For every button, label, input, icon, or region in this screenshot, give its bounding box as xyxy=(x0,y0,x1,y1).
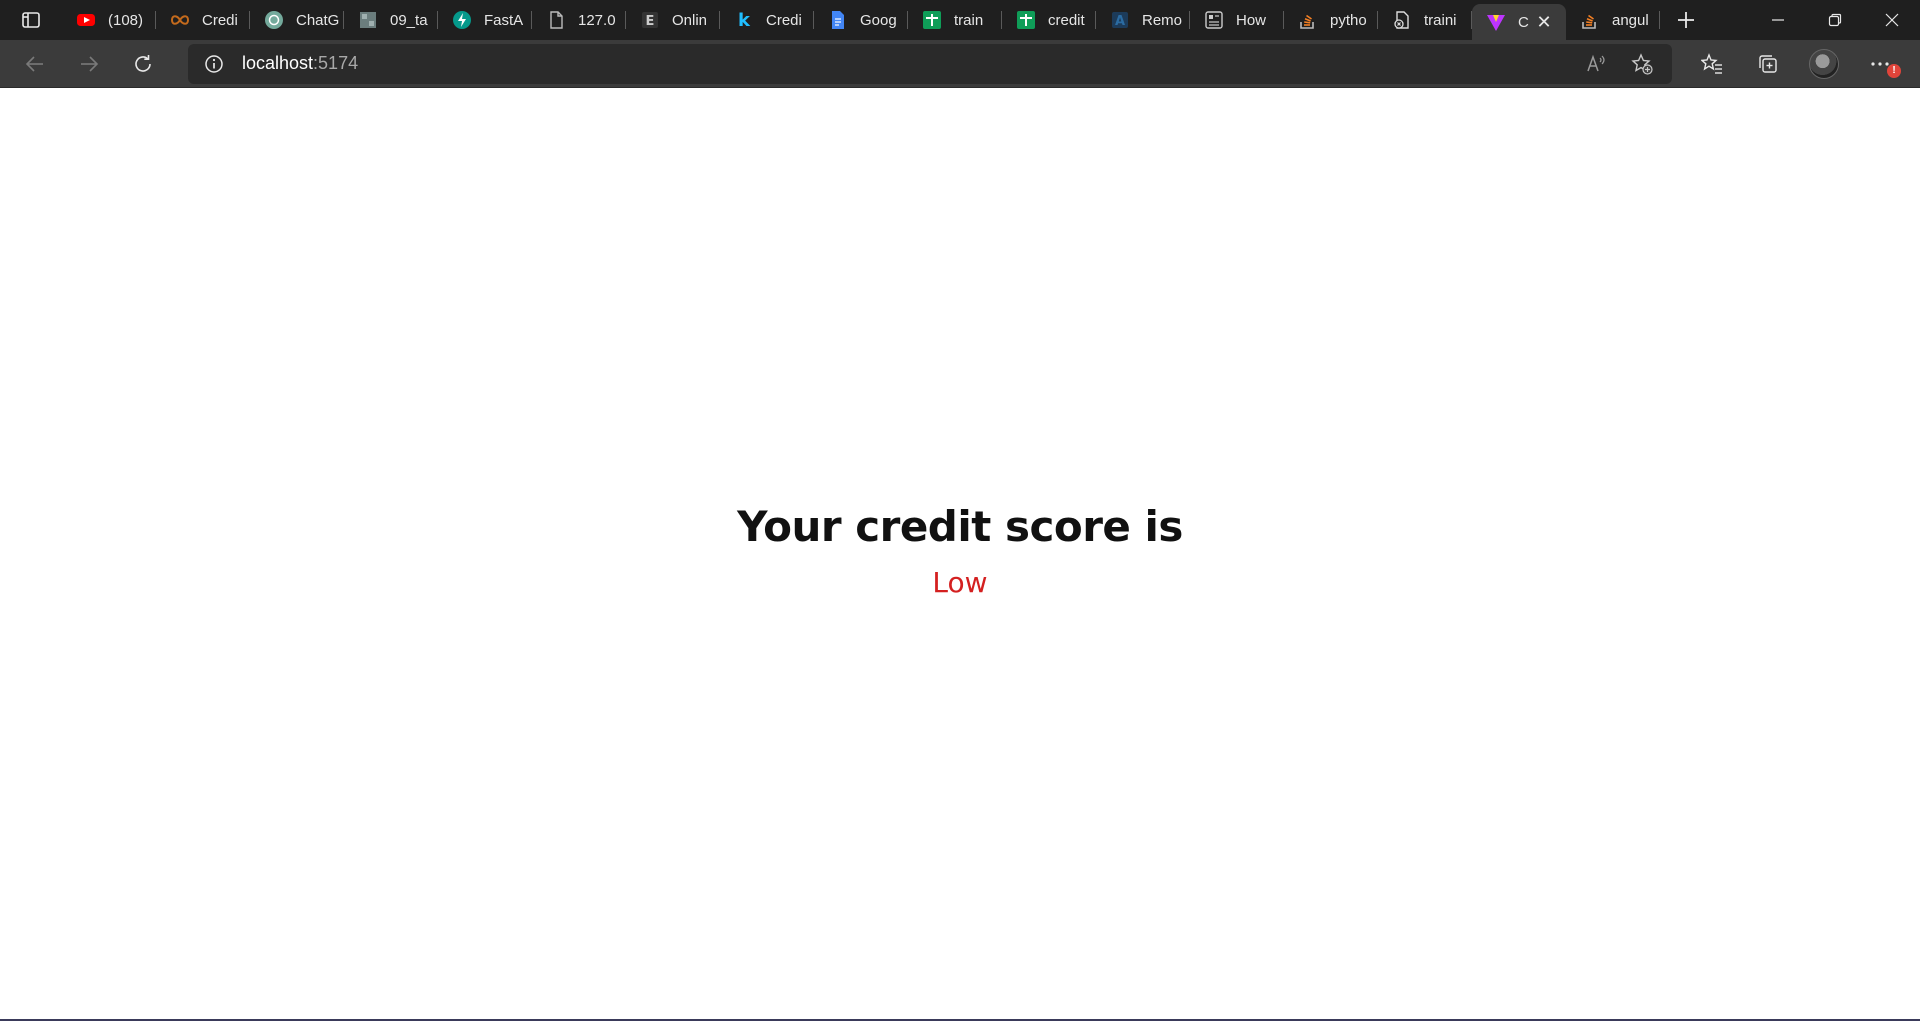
tab-title: Remo xyxy=(1142,11,1183,29)
tab-title: credit xyxy=(1048,11,1085,29)
collections-icon xyxy=(1759,54,1777,73)
refresh-button[interactable] xyxy=(116,40,170,88)
tab-actions-button[interactable] xyxy=(0,0,62,40)
credit-result: Your credit score is Low xyxy=(0,499,1920,601)
notification-badge: ! xyxy=(1887,63,1901,78)
tab-list: (108) Credi ChatG 09_ta FastA 127.0 E Onlin k Cre… xyxy=(62,0,1660,40)
tab[interactable]: traini xyxy=(1378,0,1472,40)
tab[interactable]: ChatG xyxy=(250,0,344,40)
e-letter-icon: E xyxy=(640,10,660,30)
new-tab-button[interactable] xyxy=(1660,0,1712,40)
a-letter-icon: A xyxy=(1110,10,1130,30)
favorites-button[interactable] xyxy=(1684,40,1740,88)
tab-title: FastA xyxy=(484,11,524,29)
docs-icon xyxy=(828,10,848,30)
file-error-icon xyxy=(1392,10,1412,30)
restore-button[interactable] xyxy=(1806,0,1863,40)
site-info-icon[interactable] xyxy=(202,52,226,76)
tab-actions-icon xyxy=(22,12,40,28)
settings-menu-button[interactable]: ! xyxy=(1852,40,1908,88)
svg-text:k: k xyxy=(738,10,751,30)
tab-title: (108) xyxy=(108,11,144,29)
tab[interactable]: 09_ta xyxy=(344,0,438,40)
minimize-icon xyxy=(1771,19,1784,21)
result-heading: Your credit score is xyxy=(737,502,1183,551)
add-favorite-button[interactable] xyxy=(1624,48,1660,80)
chatgpt-icon xyxy=(264,10,284,30)
vite-icon xyxy=(1486,12,1506,32)
browser-toolbar: localhost:5174 ! xyxy=(0,40,1920,88)
tab-title: ChatG xyxy=(296,11,340,29)
restore-icon xyxy=(1828,13,1841,27)
window-controls xyxy=(1749,0,1920,40)
url-port: :5174 xyxy=(313,53,359,73)
browser-window: (108) Credi ChatG 09_ta FastA 127.0 E Onlin k Cre… xyxy=(0,0,1920,1021)
tab[interactable]: (108) xyxy=(62,0,156,40)
stackoverflow-icon xyxy=(1298,10,1318,30)
tab[interactable]: A Remo xyxy=(1096,0,1190,40)
arrow-left-icon xyxy=(25,55,43,72)
tab-title: train xyxy=(954,11,984,29)
page-icon xyxy=(546,10,566,30)
tab[interactable]: 127.0 xyxy=(532,0,626,40)
tab[interactable]: E Onlin xyxy=(626,0,720,40)
minimize-button[interactable] xyxy=(1749,0,1806,40)
url-text: localhost:5174 xyxy=(242,53,358,74)
stackoverflow-icon xyxy=(1580,10,1600,30)
svg-text:A: A xyxy=(1115,14,1125,29)
tab-title: angul xyxy=(1612,11,1649,29)
tab-title: traini xyxy=(1424,11,1457,29)
plus-icon xyxy=(1678,12,1694,28)
close-window-button[interactable] xyxy=(1863,0,1920,40)
tab-title: pytho xyxy=(1330,11,1367,29)
tab-strip: (108) Credi ChatG 09_ta FastA 127.0 E Onlin k Cre… xyxy=(0,0,1920,40)
infinity-icon xyxy=(170,10,190,30)
tab[interactable]: C ✕ xyxy=(1472,4,1566,40)
image-icon xyxy=(358,10,378,30)
read-aloud-icon xyxy=(1587,54,1605,71)
tab[interactable]: FastA xyxy=(438,0,532,40)
sheets-icon xyxy=(1016,10,1036,30)
kaggle-icon: k xyxy=(734,10,754,30)
arrow-right-icon xyxy=(81,55,99,72)
tab[interactable]: How xyxy=(1190,0,1284,40)
tab[interactable]: angul xyxy=(1566,0,1660,40)
address-bar[interactable]: localhost:5174 xyxy=(188,43,1672,84)
collections-button[interactable] xyxy=(1740,40,1796,88)
tab[interactable]: Credi xyxy=(156,0,250,40)
tab-title: Goog xyxy=(860,11,897,29)
youtube-icon xyxy=(76,10,96,30)
tab[interactable]: pytho xyxy=(1284,0,1378,40)
tab[interactable]: train xyxy=(908,0,1002,40)
tab-title: How xyxy=(1236,11,1267,29)
star-add-icon xyxy=(1631,52,1653,75)
tab-title: Credi xyxy=(202,11,238,29)
svg-text:E: E xyxy=(646,14,655,29)
credit-score-value: Low xyxy=(932,566,988,599)
refresh-icon xyxy=(135,54,151,72)
page-viewport: Your credit score is Low xyxy=(0,89,1920,1019)
close-tab-icon[interactable]: ✕ xyxy=(1534,12,1554,33)
url-host: localhost xyxy=(242,53,314,73)
tab[interactable]: k Credi xyxy=(720,0,814,40)
back-button[interactable] xyxy=(8,40,62,88)
tab-title: C xyxy=(1518,13,1529,31)
fastapi-icon xyxy=(452,10,472,30)
sheets-icon xyxy=(922,10,942,30)
read-aloud-button[interactable] xyxy=(1578,48,1614,80)
tab-title: 09_ta xyxy=(390,11,428,29)
close-icon xyxy=(1885,13,1898,27)
tab-title: 127.0 xyxy=(578,11,616,29)
tab-title: Credi xyxy=(766,11,802,29)
tab[interactable]: Goog xyxy=(814,0,908,40)
favorites-icon xyxy=(1701,52,1722,74)
forward-button[interactable] xyxy=(62,40,116,88)
tab[interactable]: credit xyxy=(1002,0,1096,40)
tab-title: Onlin xyxy=(672,11,708,29)
avatar xyxy=(1809,48,1839,79)
profile-button[interactable] xyxy=(1796,40,1852,88)
article-icon xyxy=(1204,10,1224,30)
